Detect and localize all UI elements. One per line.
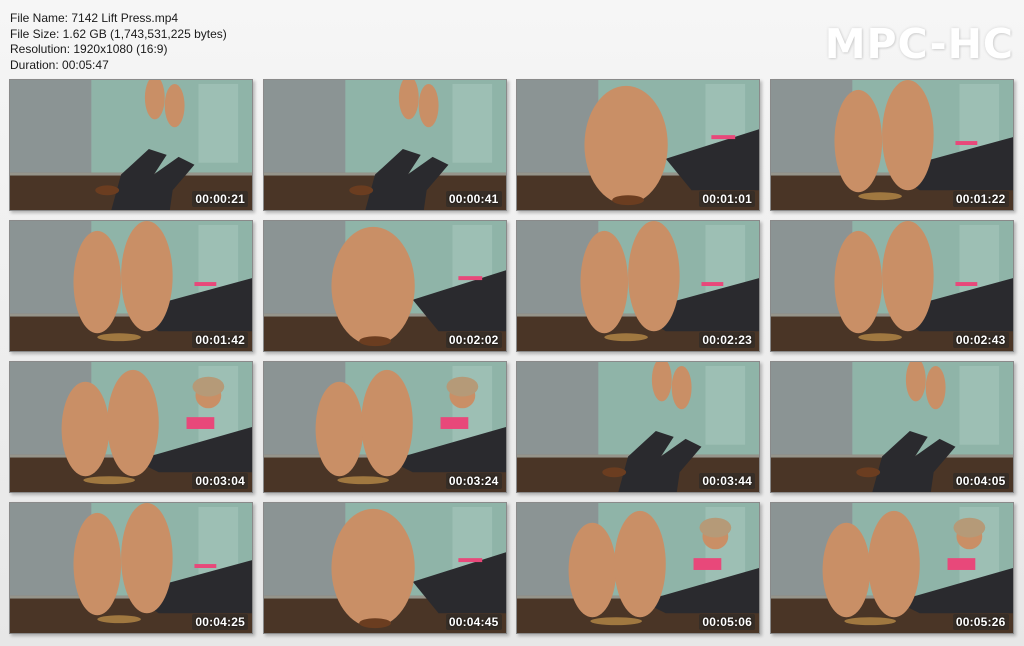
timestamp-label: 00:04:05 [952, 473, 1009, 489]
thumbnail-frame[interactable]: 00:04:45 [262, 502, 507, 634]
thumbnail-frame[interactable]: 00:02:43 [769, 220, 1014, 352]
file-info-panel: File Name: 7142 Lift Press.mp4 File Size… [10, 11, 227, 73]
timestamp-label: 00:05:06 [699, 614, 755, 630]
file-size-line: File Size: 1.62 GB (1,743,531,225 bytes) [10, 26, 227, 41]
timestamp-label: 00:04:25 [192, 614, 248, 630]
thumbnail-frame[interactable]: 00:02:02 [262, 220, 507, 352]
timestamp-label: 00:02:02 [445, 332, 502, 348]
thumbnail-frame[interactable]: 00:00:41 [262, 79, 507, 211]
timestamp-label: 00:03:04 [192, 473, 248, 489]
duration-line: Duration: 00:05:47 [10, 57, 109, 72]
thumbnail-frame[interactable]: 00:05:26 [769, 502, 1014, 634]
timestamp-label: 00:01:01 [699, 191, 755, 207]
mpc-hc-logo: MPC-HC [824, 20, 1014, 68]
thumbnail-frame[interactable]: 00:02:23 [516, 220, 760, 352]
timestamp-label: 00:04:45 [445, 614, 502, 630]
thumbnail-frame[interactable]: 00:05:06 [516, 502, 760, 634]
timestamp-label: 00:03:24 [445, 473, 502, 489]
thumbnail-frame[interactable]: 00:01:01 [516, 79, 760, 211]
thumbnail-frame[interactable]: 00:03:24 [262, 361, 507, 493]
thumbnail-frame[interactable]: 00:01:42 [9, 220, 253, 352]
thumbnail-frame[interactable]: 00:03:44 [516, 361, 760, 493]
timestamp-label: 00:01:22 [952, 191, 1009, 207]
thumbnail-frame[interactable]: 00:03:04 [9, 361, 253, 493]
timestamp-label: 00:02:43 [952, 332, 1009, 348]
timestamp-label: 00:05:26 [952, 614, 1009, 630]
thumbnail-grid: 00:00:21 00:00:41 00:01:01 00:01:22 00:0… [9, 79, 1014, 634]
timestamp-label: 00:02:23 [699, 332, 755, 348]
timestamp-label: 00:03:44 [699, 473, 755, 489]
thumbnail-frame[interactable]: 00:04:25 [9, 502, 253, 634]
timestamp-label: 00:01:42 [192, 332, 248, 348]
timestamp-label: 00:00:21 [192, 191, 248, 207]
thumbnail-frame[interactable]: 00:00:21 [9, 79, 253, 211]
timestamp-label: 00:00:41 [445, 191, 502, 207]
resolution-line: Resolution: 1920x1080 (16:9) [10, 42, 168, 56]
thumbnail-frame[interactable]: 00:01:22 [769, 79, 1014, 211]
thumbnail-frame[interactable]: 00:04:05 [769, 361, 1014, 493]
file-name-line: File Name: 7142 Lift Press.mp4 [10, 11, 179, 25]
